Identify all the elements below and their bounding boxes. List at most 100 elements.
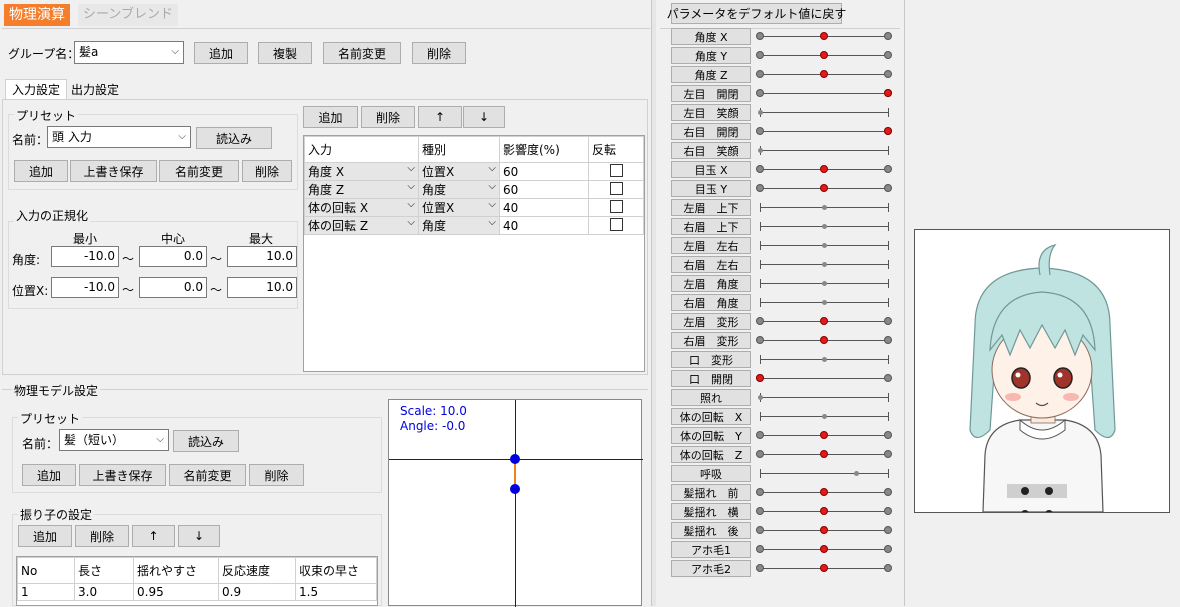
parameter-label[interactable]: 右眉 角度 [671, 294, 751, 311]
row-kind-combo[interactable]: 位置X ⌵ [418, 162, 500, 181]
reset-parameters-button[interactable]: パラメータをデフォルト値に戻す [667, 3, 846, 24]
parameter-label[interactable]: 体の回転 Y [671, 427, 751, 444]
parameter-label[interactable]: 左目 開閉 [671, 85, 751, 102]
parameter-label[interactable]: 右眉 左右 [671, 256, 751, 273]
angle-center-input[interactable]: 0.0 [139, 246, 207, 267]
parameter-slider-knob[interactable] [820, 184, 828, 192]
input-up-button[interactable]: ↑ [418, 106, 462, 128]
parameter-slider-knob[interactable] [820, 545, 828, 553]
group-delete-button[interactable]: 削除 [412, 42, 466, 64]
parameter-slider-knob[interactable] [820, 51, 828, 59]
parameter-slider-knob[interactable] [820, 507, 828, 515]
parameter-label[interactable]: 髪揺れ 横 [671, 503, 751, 520]
pendulum-up-button[interactable]: ↑ [132, 525, 175, 547]
model-preset-load-button[interactable]: 読込み [173, 430, 239, 452]
parameter-slider-track[interactable] [760, 378, 888, 379]
parameter-slider-knob[interactable] [820, 488, 828, 496]
parameter-slider-knob[interactable] [820, 317, 828, 325]
parameter-label[interactable]: 目玉 X [671, 161, 751, 178]
parameter-slider-knob[interactable] [884, 127, 892, 135]
posx-center-input[interactable]: 0.0 [139, 277, 207, 298]
model-preset-name-combo[interactable]: 髪（短い） ⌵ [59, 429, 169, 451]
model-preview-frame[interactable] [914, 229, 1170, 513]
parameter-slider-track[interactable] [760, 397, 888, 398]
parameter-slider-knob[interactable] [821, 223, 827, 229]
group-name-combo[interactable]: 髪a ⌵ [74, 41, 184, 64]
row-input-combo[interactable]: 角度 Z ⌵ [304, 180, 419, 199]
tab-output-settings[interactable]: 出力設定 [67, 81, 123, 99]
tab-scene-blend[interactable]: シーンブレンド [78, 4, 178, 26]
parameter-slider-track[interactable] [760, 112, 888, 113]
parameter-label[interactable]: 髪揺れ 前 [671, 484, 751, 501]
parameter-slider-knob[interactable] [821, 280, 827, 286]
tab-physics[interactable]: 物理演算 [4, 4, 70, 26]
row-weight-cell[interactable]: 60 [499, 180, 589, 199]
table-row[interactable]: 1 3.0 0.95 0.9 1.5 [17, 583, 377, 601]
input-delete-button[interactable]: 削除 [361, 106, 415, 128]
parameter-label[interactable]: 左眉 上下 [671, 199, 751, 216]
pendulum-delete-button[interactable]: 削除 [75, 525, 129, 547]
cell-convergence[interactable]: 1.5 [295, 583, 377, 601]
angle-min-input[interactable]: -10.0 [51, 246, 119, 267]
parameter-slider-knob[interactable] [756, 374, 764, 382]
posx-max-input[interactable]: 10.0 [227, 277, 297, 298]
parameter-label[interactable]: 右目 笑顔 [671, 142, 751, 159]
invert-checkbox[interactable] [609, 199, 623, 213]
parameter-slider-knob[interactable] [820, 431, 828, 439]
parameter-label[interactable]: 口 変形 [671, 351, 751, 368]
model-preset-add-button[interactable]: 追加 [22, 464, 76, 486]
parameter-slider-knob[interactable] [757, 109, 763, 115]
model-preset-overwrite-button[interactable]: 上書き保存 [79, 464, 166, 486]
parameter-slider-knob[interactable] [820, 526, 828, 534]
table-row[interactable]: 角度 X ⌵ 位置X ⌵ 60 [304, 162, 644, 181]
invert-checkbox[interactable] [609, 181, 623, 195]
row-weight-cell[interactable]: 40 [499, 216, 589, 235]
parameter-label[interactable]: 照れ [671, 389, 751, 406]
parameter-label[interactable]: アホ毛1 [671, 541, 751, 558]
row-kind-combo[interactable]: 位置X ⌵ [418, 198, 500, 217]
parameter-slider-knob[interactable] [821, 204, 827, 210]
parameter-label[interactable]: アホ毛2 [671, 560, 751, 577]
parameter-slider-knob[interactable] [821, 242, 827, 248]
model-preset-delete-button[interactable]: 削除 [249, 464, 304, 486]
invert-checkbox[interactable] [609, 163, 623, 177]
cell-length[interactable]: 3.0 [74, 583, 134, 601]
angle-max-input[interactable]: 10.0 [227, 246, 297, 267]
parameter-label[interactable]: 目玉 Y [671, 180, 751, 197]
preset-overwrite-button[interactable]: 上書き保存 [70, 160, 157, 182]
preset-delete-button[interactable]: 削除 [242, 160, 292, 182]
table-row[interactable]: 角度 Z ⌵ 角度 ⌵ 60 [304, 180, 644, 199]
row-weight-cell[interactable]: 40 [499, 198, 589, 217]
parameter-slider-track[interactable] [760, 131, 888, 132]
row-input-combo[interactable]: 体の回転 X ⌵ [304, 198, 419, 217]
parameter-slider-knob[interactable] [757, 394, 763, 400]
parameter-label[interactable]: 右目 開閉 [671, 123, 751, 140]
parameter-slider-knob[interactable] [820, 32, 828, 40]
invert-checkbox[interactable] [609, 217, 623, 231]
row-weight-cell[interactable]: 60 [499, 162, 589, 181]
tab-input-settings[interactable]: 入力設定 [5, 79, 67, 100]
input-add-button[interactable]: 追加 [303, 106, 358, 128]
parameter-label[interactable]: 体の回転 X [671, 408, 751, 425]
parameter-slider-knob[interactable] [820, 165, 828, 173]
parameter-slider-knob[interactable] [821, 261, 827, 267]
parameter-slider-knob[interactable] [884, 89, 892, 97]
cell-reaction[interactable]: 0.9 [218, 583, 296, 601]
parameter-slider-track[interactable] [760, 93, 888, 94]
parameter-label[interactable]: 呼吸 [671, 465, 751, 482]
parameter-label[interactable]: 左眉 角度 [671, 275, 751, 292]
pendulum-preview[interactable]: Scale: 10.0 Angle: -0.0 [388, 399, 643, 607]
parameter-label[interactable]: 体の回転 Z [671, 446, 751, 463]
parameter-label[interactable]: 右眉 上下 [671, 218, 751, 235]
parameter-slider-knob[interactable] [820, 450, 828, 458]
parameter-label[interactable]: 口 開閉 [671, 370, 751, 387]
pendulum-add-button[interactable]: 追加 [18, 525, 72, 547]
preset-add-button[interactable]: 追加 [14, 160, 68, 182]
parameter-slider-knob[interactable] [821, 413, 827, 419]
parameter-slider-knob[interactable] [820, 564, 828, 572]
group-add-button[interactable]: 追加 [194, 42, 248, 64]
group-rename-button[interactable]: 名前変更 [323, 42, 401, 64]
row-kind-combo[interactable]: 角度 ⌵ [418, 216, 500, 235]
parameter-label[interactable]: 角度 Y [671, 47, 751, 64]
pendulum-tip-node[interactable] [510, 484, 520, 494]
